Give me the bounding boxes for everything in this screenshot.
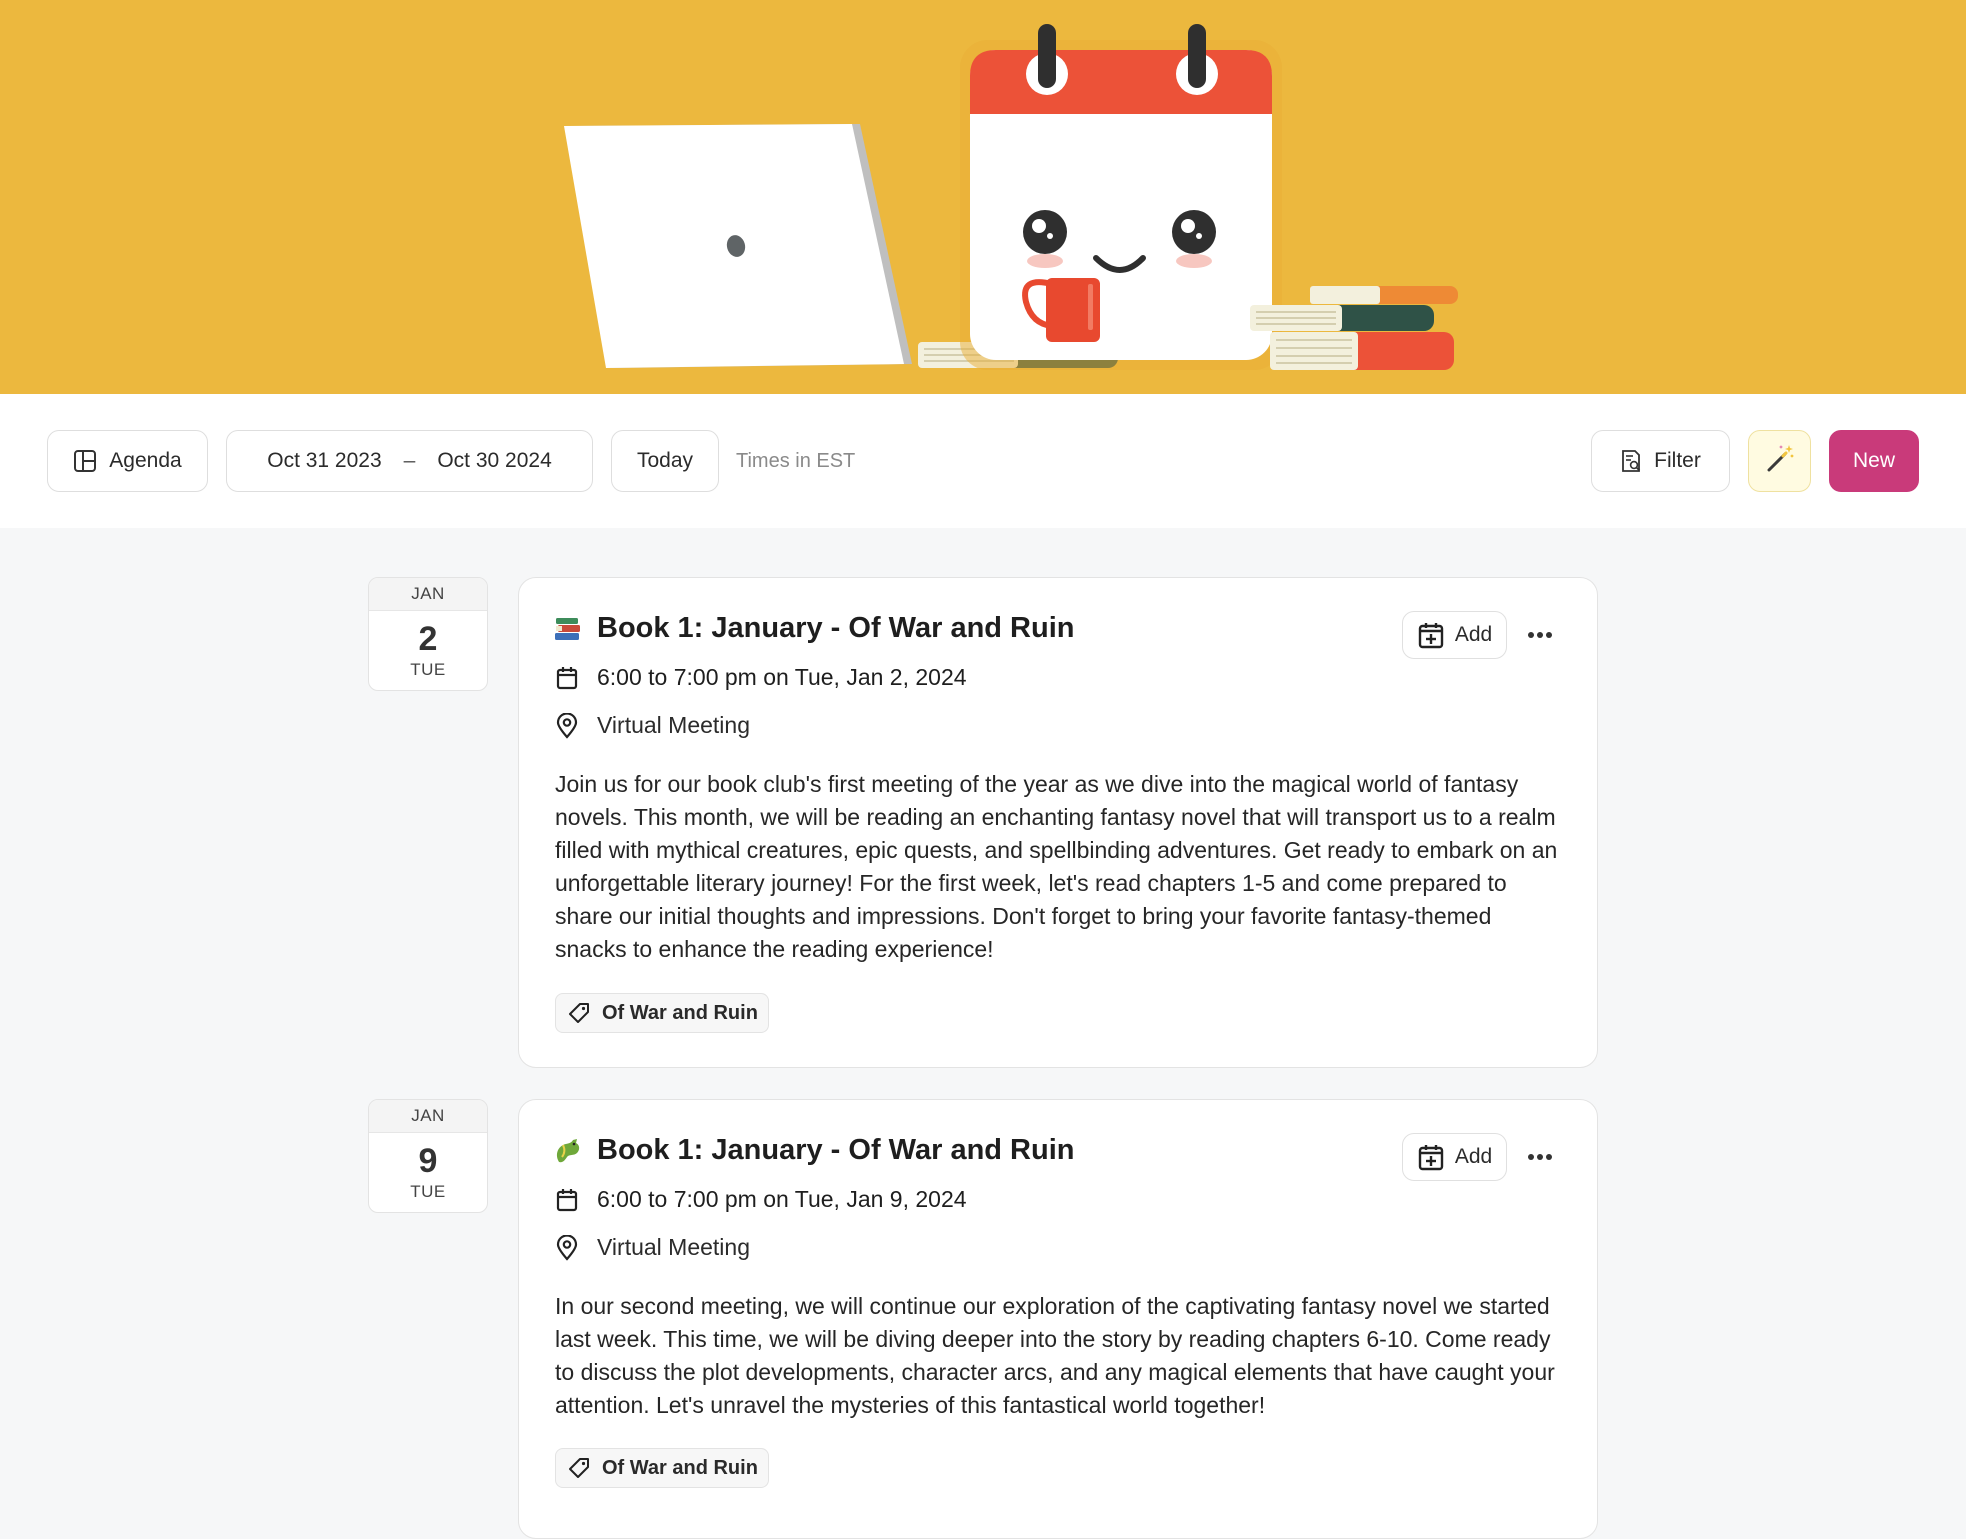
calendar-plus-icon [1418,1145,1444,1171]
add-label: Add [1454,1145,1493,1168]
magic-wand-button[interactable] [1748,430,1811,492]
header-banner [0,0,1966,394]
view-switcher-label: Agenda [109,449,182,472]
today-button[interactable]: Today [611,430,719,492]
add-label: Add [1454,623,1493,646]
event-description: In our second meeting, we will continue … [555,1293,1555,1418]
calendar-plus-icon [1418,623,1444,649]
range-end[interactable]: Oct 30 2024 [437,449,551,473]
event-day: 9 [418,1142,438,1180]
calendar-toolbar: Agenda Oct 31 2023 – Oct 30 2024 Today T… [0,394,1966,528]
books-icon [553,614,583,644]
laptop-illustration [564,124,912,368]
event-tag-label: Of War and Ruin [602,1001,758,1024]
event-time: 6:00 to 7:00 pm on Tue, Jan 9, 2024 [597,1186,967,1212]
event-time: 6:00 to 7:00 pm on Tue, Jan 2, 2024 [597,664,967,690]
location-pin-icon [555,712,579,739]
event-day: 2 [418,620,438,658]
range-separator: – [403,449,416,472]
event-time-row: 6:00 to 7:00 pm on Tue, Jan 2, 2024 [555,664,967,691]
event-location: Virtual Meeting [597,1234,750,1260]
magic-wand-icon [1765,443,1795,479]
event-month: JAN [369,1100,487,1133]
dragon-icon [553,1136,583,1166]
more-icon [1528,1154,1552,1160]
event-location-row: Virtual Meeting [555,1234,750,1261]
event-location: Virtual Meeting [597,712,750,738]
event-time-row: 6:00 to 7:00 pm on Tue, Jan 9, 2024 [555,1186,967,1213]
more-icon [1528,632,1552,638]
event-title[interactable]: Book 1: January - Of War and Ruin [597,612,1074,645]
event-description: Join us for our book club's first meetin… [555,771,1558,962]
event-title[interactable]: Book 1: January - Of War and Ruin [597,1134,1074,1167]
location-pin-icon [555,1234,579,1261]
event-card[interactable]: Book 1: January - Of War and Ruin Add 6:… [518,577,1598,1068]
event-date-badge: JAN 2 TUE [368,577,488,691]
event-tag[interactable]: Of War and Ruin [555,1448,769,1488]
tag-icon [569,1458,589,1478]
new-event-button[interactable]: New [1829,430,1919,492]
event-weekday: TUE [410,1182,446,1201]
filter-button[interactable]: Filter [1591,430,1730,492]
event-location-row: Virtual Meeting [555,712,750,739]
filter-label: Filter [1654,449,1701,472]
event-weekday: TUE [410,660,446,679]
add-to-calendar-button[interactable]: Add [1402,1133,1507,1181]
calendar-character-illustration [960,24,1282,370]
event-month: JAN [369,578,487,611]
more-options-button[interactable] [1521,1138,1559,1176]
event-card[interactable]: Book 1: January - Of War and Ruin Add 6:… [518,1099,1598,1539]
event-tag[interactable]: Of War and Ruin [555,993,769,1033]
more-options-button[interactable] [1521,616,1559,654]
add-to-calendar-button[interactable]: Add [1402,611,1507,659]
calendar-icon [555,1188,579,1212]
timezone-label: Times in EST [736,450,856,472]
date-range-picker[interactable]: Oct 31 2023 – Oct 30 2024 [226,430,593,492]
layout-icon [73,449,97,473]
tag-icon [569,1003,589,1023]
filter-icon [1620,449,1642,473]
view-switcher-button[interactable]: Agenda [47,430,208,492]
banner-illustration [564,24,1458,370]
event-date-badge: JAN 9 TUE [368,1099,488,1213]
range-start[interactable]: Oct 31 2023 [267,449,381,473]
calendar-icon [555,666,579,690]
event-tag-label: Of War and Ruin [602,1456,758,1479]
